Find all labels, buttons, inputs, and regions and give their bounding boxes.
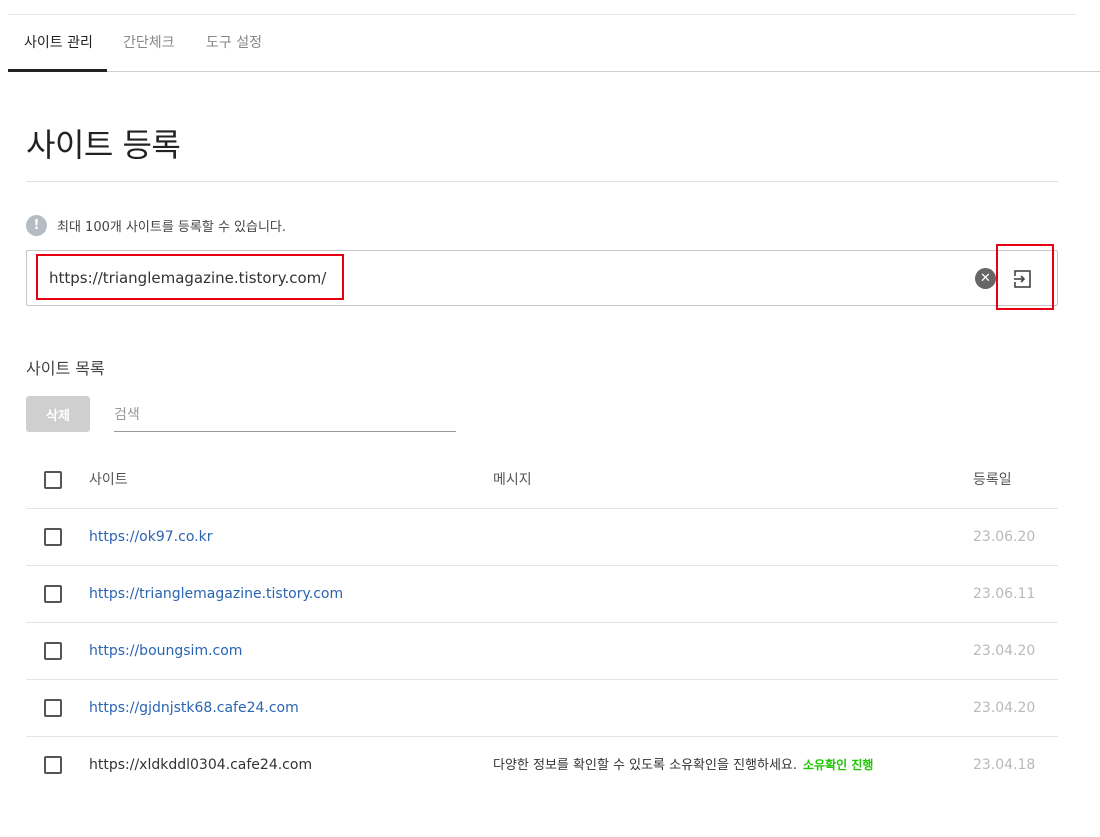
header-message: 메시지 (493, 472, 532, 488)
url-input-box: ✕ (26, 250, 1058, 306)
delete-button[interactable]: 삭제 (26, 396, 90, 432)
table-row: https://xldkddl0304.cafe24.com 다양한 정보를 확… (26, 737, 1058, 794)
table-row: https://boungsim.com 23.04.20 (26, 623, 1058, 680)
tab-tool-settings[interactable]: 도구 설정 (206, 15, 262, 72)
site-list-title: 사이트 목록 (26, 359, 105, 378)
clear-input-icon[interactable]: ✕ (975, 268, 996, 289)
table-row: https://gjdnjstk68.cafe24.com 23.04.20 (26, 680, 1058, 737)
row-checkbox[interactable] (44, 642, 62, 660)
select-all-checkbox[interactable] (44, 471, 62, 489)
row-checkbox[interactable] (44, 699, 62, 717)
registered-date: 23.06.11 (973, 586, 1036, 602)
page-title: 사이트 등록 (26, 126, 181, 164)
login-arrow-icon (1013, 270, 1031, 288)
header-date: 등록일 (973, 472, 1012, 488)
tab-simple-check[interactable]: 간단체크 (123, 15, 175, 72)
row-message: 다양한 정보를 확인할 수 있도록 소유확인을 진행하세요. 소유확인 진행 (493, 737, 873, 794)
row-checkbox[interactable] (44, 585, 62, 603)
header-site: 사이트 (89, 472, 128, 488)
register-site-button[interactable] (1007, 264, 1037, 294)
site-url-input[interactable] (49, 265, 849, 291)
title-divider (26, 181, 1058, 182)
tab-site-management[interactable]: 사이트 관리 (24, 15, 93, 72)
row-checkbox[interactable] (44, 756, 62, 774)
table-row: https://ok97.co.kr 23.06.20 (26, 509, 1058, 566)
site-table: 사이트 메시지 등록일 https://ok97.co.kr 23.06.20 … (26, 452, 1058, 794)
site-link[interactable]: https://gjdnjstk68.cafe24.com (89, 680, 299, 736)
registered-date: 23.04.20 (973, 700, 1036, 716)
info-notice: ! 최대 100개 사이트를 등록할 수 있습니다. (26, 214, 286, 236)
verify-ownership-link[interactable]: 소유확인 진행 (803, 758, 873, 772)
site-link[interactable]: https://boungsim.com (89, 623, 242, 679)
site-link[interactable]: https://ok97.co.kr (89, 509, 212, 565)
registered-date: 23.04.18 (973, 757, 1036, 773)
registered-date: 23.04.20 (973, 643, 1036, 659)
table-header: 사이트 메시지 등록일 (26, 452, 1058, 509)
search-input[interactable] (114, 398, 456, 432)
active-tab-indicator (8, 69, 107, 72)
row-checkbox[interactable] (44, 528, 62, 546)
message-text: 다양한 정보를 확인할 수 있도록 소유확인을 진행하세요. (493, 758, 798, 773)
site-name: https://xldkddl0304.cafe24.com (89, 757, 313, 773)
tab-bar: 사이트 관리 간단체크 도구 설정 (8, 15, 1100, 72)
exclamation-icon: ! (26, 214, 47, 236)
registered-date: 23.06.20 (973, 529, 1036, 545)
info-text: 최대 100개 사이트를 등록할 수 있습니다. (57, 219, 287, 235)
table-row: https://trianglemagazine.tistory.com 23.… (26, 566, 1058, 623)
site-link[interactable]: https://trianglemagazine.tistory.com (89, 566, 343, 622)
